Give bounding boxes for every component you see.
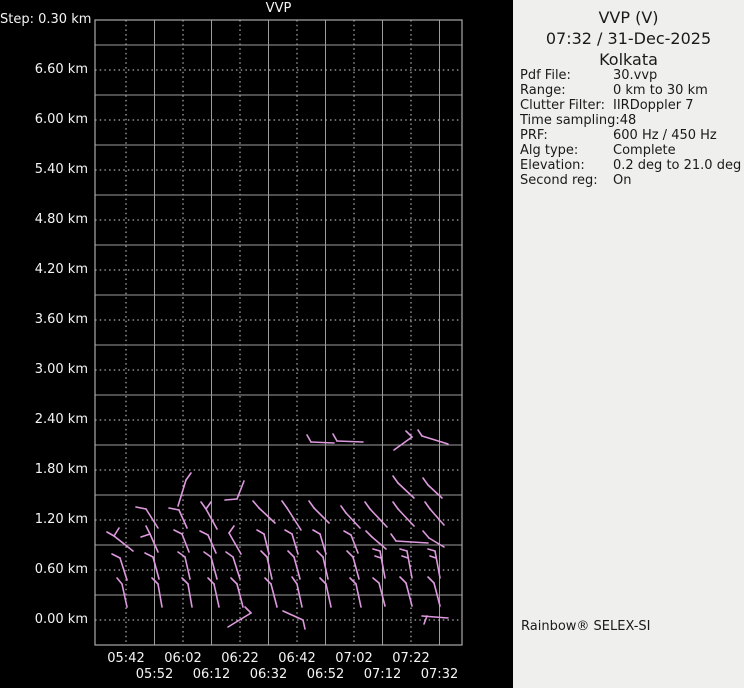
parameter-label: Elevation: (520, 158, 585, 173)
parameter-value: IIRDoppler 7 (613, 98, 694, 113)
x-axis-label: 07:32 (420, 667, 459, 682)
parameter-value: 0.2 deg to 21.0 deg (613, 158, 742, 173)
x-axis-label: 06:52 (306, 667, 345, 682)
parameter-label: Alg type: (520, 143, 579, 158)
parameter-label: Second reg: (520, 173, 598, 188)
parameter-value: 48 (619, 113, 637, 128)
parameter-label: PRF: (520, 128, 548, 143)
parameter-row: Second reg: On (520, 173, 742, 188)
parameter-row: PRF: 600 Hz / 450 Hz (520, 128, 742, 143)
x-axis-label: 07:22 (392, 651, 430, 666)
parameter-row: Alg type: Complete (520, 143, 742, 158)
parameter-label: Pdf File: (520, 68, 571, 83)
parameter-label: Time sampling: (520, 113, 620, 128)
x-axis-label: 07:12 (363, 667, 402, 682)
x-axis-label: 07:02 (335, 651, 373, 666)
info-panel: VVP (V) 07:32 / 31-Dec-2025 Kolkata Pdf … (513, 0, 744, 688)
parameter-value: Complete (613, 143, 676, 158)
parameter-value: 0 km to 30 km (613, 83, 708, 98)
parameter-row: Pdf File: 30.vvp (520, 68, 742, 83)
x-axis-label: 05:52 (135, 667, 174, 682)
x-axis-label: 06:12 (192, 667, 231, 682)
product-title: VVP (V) (598, 8, 659, 27)
x-axis-label: 05:42 (107, 651, 145, 666)
parameter-label: Range: (520, 83, 566, 98)
parameter-value: 600 Hz / 450 Hz (613, 128, 717, 143)
x-axis-label: 06:32 (249, 667, 288, 682)
parameter-row: Time sampling:48 (520, 113, 742, 128)
product-timestamp: 07:32 / 31-Dec-2025 (545, 29, 712, 48)
product-parameters: Pdf File: 30.vvp Range: 0 km to 30 km Clutte… (520, 68, 742, 188)
parameter-row: Range: 0 km to 30 km (520, 83, 742, 98)
parameter-value: 30.vvp (613, 68, 658, 83)
x-axis-label: 06:42 (278, 651, 316, 666)
vvp-product-window: VVP Step: 0.30 km 6.60 km 6.00 km 5.40 km 4… (0, 0, 744, 688)
parameter-row: Clutter Filter: IIRDoppler 7 (520, 98, 742, 113)
parameter-row: Elevation: 0.2 deg to 21.0 deg (520, 158, 742, 173)
x-axis-label: 06:02 (164, 651, 202, 666)
parameter-value: On (613, 173, 632, 188)
brand-label: Rainbow® SELEX-SI (521, 619, 651, 634)
parameter-label: Clutter Filter: (520, 98, 605, 113)
site-name: Kolkata (599, 50, 658, 69)
x-axis-label: 06:22 (221, 651, 259, 666)
